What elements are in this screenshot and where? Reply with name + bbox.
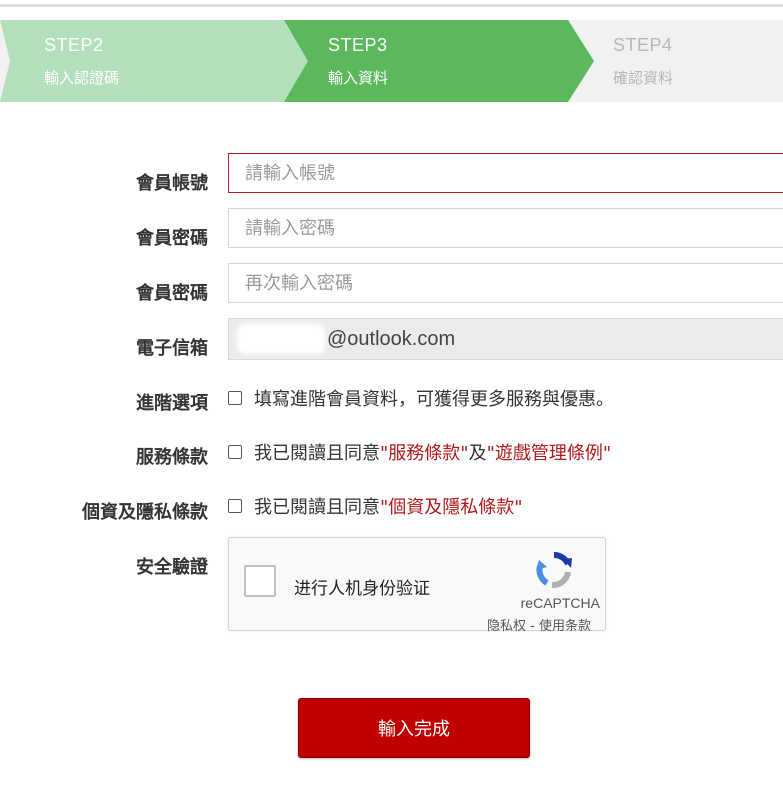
terms-checkbox[interactable]: [228, 445, 242, 459]
terms-prefix: 我已閱讀且同意: [254, 443, 380, 464]
password-input[interactable]: [228, 208, 783, 248]
security-label: 安全驗證: [136, 557, 208, 578]
step-3-title: STEP3: [328, 35, 388, 55]
email-field: @outlook.com: [228, 318, 783, 360]
step-4: STEP4 確認資料: [594, 20, 783, 102]
recaptcha-brand: reCAPTCHA: [520, 595, 600, 611]
privacy-policy-link[interactable]: "個資及隱私條款": [380, 497, 523, 518]
top-divider: [0, 4, 783, 7]
email-label: 電子信箱: [136, 338, 208, 359]
terms-label: 服務條款: [136, 447, 208, 468]
step-progress-bar: STEP2 輸入認證碼 STEP3 輸入資料 STEP4 確認資料: [0, 20, 783, 102]
step-2-subtitle: 輸入認證碼: [44, 69, 120, 87]
account-input[interactable]: [228, 153, 783, 193]
step-3-subtitle: 輸入資料: [328, 69, 389, 87]
email-redaction: [237, 324, 325, 354]
password-confirm-input[interactable]: [228, 263, 783, 303]
recaptcha-logo-icon: [536, 552, 572, 589]
terms-row: 我已閱讀且同意"服務條款"及"遊戲管理條例": [228, 439, 611, 465]
recaptcha-checkbox[interactable]: [244, 565, 276, 597]
step-2-title: STEP2: [44, 35, 104, 55]
recaptcha-links: 隐私权 - 使用条款: [487, 615, 591, 634]
recaptcha-widget: 进行人机身份验证 reCAPTCHA 隐私权 - 使用条款: [228, 537, 606, 634]
password-label: 會員密碼: [136, 228, 208, 249]
recaptcha-label: 进行人机身份验证: [294, 579, 430, 599]
privacy-label: 個資及隱私條款: [82, 502, 208, 523]
recaptcha-link-separator: -: [526, 619, 539, 634]
service-terms-link[interactable]: "服務條款": [380, 443, 469, 464]
password-confirm-label: 會員密碼: [136, 283, 208, 304]
game-rules-link[interactable]: "遊戲管理條例": [487, 443, 612, 464]
account-label: 會員帳號: [136, 173, 208, 194]
privacy-row: 我已閱讀且同意"個資及隱私條款": [228, 493, 523, 519]
advanced-label: 進階選項: [136, 393, 208, 414]
advanced-option-row: 填寫進階會員資料，可獲得更多服務與優惠。: [228, 385, 614, 411]
advanced-option-text: 填寫進階會員資料，可獲得更多服務與優惠。: [254, 389, 614, 410]
step-3-active: STEP3 輸入資料: [284, 20, 594, 102]
terms-and: 及: [468, 443, 487, 464]
step-2: STEP2 輸入認證碼: [0, 20, 284, 102]
privacy-prefix: 我已閱讀且同意: [254, 497, 380, 518]
step-4-title: STEP4: [613, 35, 673, 55]
submit-button[interactable]: 輸入完成: [298, 698, 530, 758]
recaptcha-terms-link[interactable]: 使用条款: [539, 619, 591, 634]
advanced-checkbox[interactable]: [228, 391, 242, 405]
recaptcha-privacy-link[interactable]: 隐私权: [487, 619, 526, 634]
step-4-subtitle: 確認資料: [613, 69, 674, 87]
privacy-checkbox[interactable]: [228, 499, 242, 513]
email-domain: @outlook.com: [327, 328, 456, 350]
